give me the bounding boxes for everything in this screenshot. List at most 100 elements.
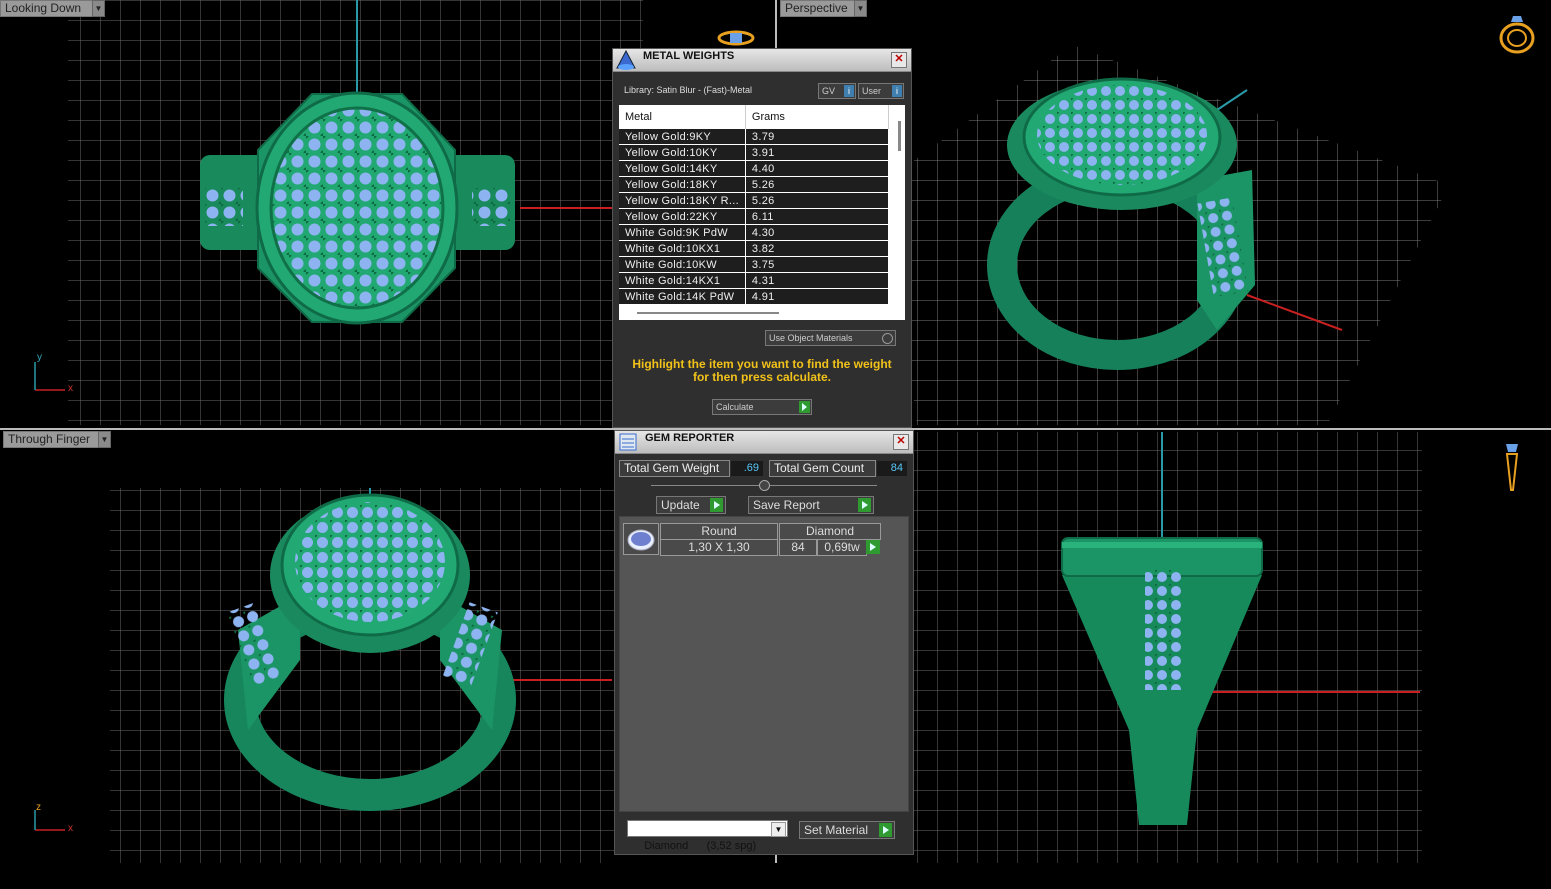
table-row[interactable]: White Gold:10KX1 3.82 xyxy=(619,240,890,257)
table-row[interactable]: Yellow Gold:10KY 3.91 xyxy=(619,144,890,161)
gem-reporter-titlebar[interactable]: GEM REPORTER ✕ xyxy=(615,431,913,454)
gem-count: 84 xyxy=(779,539,817,556)
grams-cell: 4.31 xyxy=(745,272,890,289)
gem-reporter-panel: GEM REPORTER ✕ Total Gem Weight .69 Tota… xyxy=(614,430,914,855)
metal-cell: Yellow Gold:10KY xyxy=(619,144,746,161)
update-button[interactable]: Update xyxy=(656,496,726,514)
save-report-label: Save Report xyxy=(753,498,820,512)
gem-size: 1,30 X 1,30 xyxy=(660,539,778,556)
update-label: Update xyxy=(661,498,700,512)
play-arrow-icon xyxy=(858,498,871,512)
gv-button[interactable]: GV i xyxy=(818,83,856,99)
table-row[interactable]: White Gold:14KX1 4.31 xyxy=(619,272,890,289)
metal-weights-icon xyxy=(616,49,636,70)
column-header-grams[interactable]: Grams xyxy=(745,105,890,129)
metal-weights-title: METAL WEIGHTS xyxy=(643,50,735,62)
metal-cell: Yellow Gold:9KY xyxy=(619,129,746,145)
play-arrow-icon xyxy=(870,543,876,551)
calculate-label: Calculate xyxy=(716,402,754,412)
table-row[interactable]: Yellow Gold:18KY R... 5.26 xyxy=(619,192,890,209)
table-row[interactable]: Yellow Gold:22KY 6.11 xyxy=(619,208,890,225)
metal-weights-titlebar[interactable]: METAL WEIGHTS ✕ xyxy=(613,49,911,72)
metal-cell: Yellow Gold:18KY xyxy=(619,176,746,193)
gem-go-button[interactable] xyxy=(866,540,880,554)
round-diamond-icon xyxy=(623,523,659,555)
close-icon[interactable]: ✕ xyxy=(893,434,909,450)
save-report-button[interactable]: Save Report xyxy=(748,496,874,514)
axis-z-label: z xyxy=(36,802,41,813)
splitter-knob-icon[interactable] xyxy=(759,480,770,491)
library-label: Library: Satin Blur - (Fast)-Metal xyxy=(624,85,753,95)
use-object-materials-toggle[interactable]: Use Object Materials xyxy=(765,330,896,346)
metal-cell: White Gold:14KX1 xyxy=(619,272,746,289)
metal-cell: White Gold:10KW xyxy=(619,256,746,273)
table-row[interactable]: Yellow Gold:9KY 3.79 xyxy=(619,129,890,145)
column-header-metal[interactable]: Metal xyxy=(619,105,746,129)
metal-cell: White Gold:14K PdW xyxy=(619,288,746,305)
axis-y-label: y xyxy=(37,352,42,363)
grams-cell: 3.91 xyxy=(745,144,890,161)
grams-cell: 4.40 xyxy=(745,160,890,177)
viewport-dropdown-icon[interactable]: ▼ xyxy=(98,431,111,448)
total-gem-count-value: 84 xyxy=(877,461,907,476)
table-row[interactable]: White Gold:9K PdW 4.30 xyxy=(619,224,890,241)
play-arrow-icon xyxy=(710,498,723,512)
pendant-nav-icon[interactable] xyxy=(1502,440,1522,492)
metal-cell: White Gold:9K PdW xyxy=(619,224,746,241)
grams-cell: 4.91 xyxy=(745,288,890,305)
gem-type: Diamond xyxy=(779,523,881,540)
viewport-dropdown-icon[interactable]: ▼ xyxy=(92,0,105,17)
gem-list[interactable]: Round Diamond 1,30 X 1,30 84 0,69tw xyxy=(619,516,909,812)
grams-cell: 5.26 xyxy=(745,176,890,193)
viewport-label-perspective[interactable]: Perspective xyxy=(780,0,862,17)
horizontal-scrollbar[interactable] xyxy=(637,312,779,314)
user-label: User xyxy=(862,86,882,96)
gem-reporter-icon xyxy=(619,433,637,451)
chevron-down-icon[interactable]: ▼ xyxy=(771,822,786,837)
axis-x-label: x xyxy=(68,383,73,394)
total-gem-weight-label: Total Gem Weight xyxy=(619,460,730,477)
play-arrow-icon xyxy=(879,823,892,837)
gem-weight: 0,69tw xyxy=(817,539,867,556)
grams-cell: 4.30 xyxy=(745,224,890,241)
play-arrow-icon xyxy=(799,401,810,413)
set-material-label: Set Material xyxy=(804,823,869,837)
info-icon: i xyxy=(844,85,854,97)
calculate-button[interactable]: Calculate xyxy=(712,399,812,415)
vertical-scrollbar[interactable] xyxy=(898,121,901,151)
metal-weights-table[interactable]: Metal Grams Yellow Gold:9KY 3.79 Yellow G… xyxy=(619,105,905,320)
ring-nav-icon[interactable] xyxy=(1495,12,1537,56)
info-icon: i xyxy=(892,85,902,97)
set-material-button[interactable]: Set Material xyxy=(799,821,895,839)
metal-cell: Yellow Gold:18KY R... xyxy=(619,192,746,209)
gem-shape: Round xyxy=(660,523,778,540)
close-icon[interactable]: ✕ xyxy=(891,52,907,68)
grams-cell: 6.11 xyxy=(745,208,890,225)
use-object-materials-label: Use Object Materials xyxy=(769,333,853,343)
instruction-text: Highlight the item you want to find the … xyxy=(632,357,892,384)
grams-cell: 3.79 xyxy=(745,129,890,145)
viewport-dropdown-icon[interactable]: ▼ xyxy=(854,0,867,17)
metal-cell: White Gold:10KX1 xyxy=(619,240,746,257)
material-select[interactable]: Diamond (3,52 spg) ▼ xyxy=(627,820,788,852)
table-row[interactable]: White Gold:10KW 3.75 xyxy=(619,256,890,273)
grams-cell: 3.75 xyxy=(745,256,890,273)
gem-reporter-title: GEM REPORTER xyxy=(645,432,735,444)
grams-cell: 3.82 xyxy=(745,240,890,257)
metal-cell: Yellow Gold:14KY xyxy=(619,160,746,177)
table-row[interactable]: Yellow Gold:14KY 4.40 xyxy=(619,160,890,177)
metal-weights-panel: METAL WEIGHTS ✕ Library: Satin Blur - (F… xyxy=(612,48,912,428)
ring-nav-icon[interactable] xyxy=(716,30,756,46)
total-gem-count-label: Total Gem Count xyxy=(769,460,876,477)
user-button[interactable]: User i xyxy=(858,83,904,99)
viewport-label-through-finger[interactable]: Through Finger xyxy=(3,431,103,448)
toggle-icon xyxy=(882,333,893,344)
axis-x-label: x xyxy=(68,823,73,834)
metal-cell: Yellow Gold:22KY xyxy=(619,208,746,225)
table-row[interactable]: White Gold:14K PdW 4.91 xyxy=(619,288,890,305)
gem-row[interactable]: Round Diamond 1,30 X 1,30 84 0,69tw xyxy=(623,523,888,556)
viewport-label-looking-down[interactable]: Looking Down xyxy=(0,0,93,17)
table-row[interactable]: Yellow Gold:18KY 5.26 xyxy=(619,176,890,193)
gv-label: GV xyxy=(822,86,836,96)
material-select-value: Diamond (3,52 spg) xyxy=(644,840,757,852)
